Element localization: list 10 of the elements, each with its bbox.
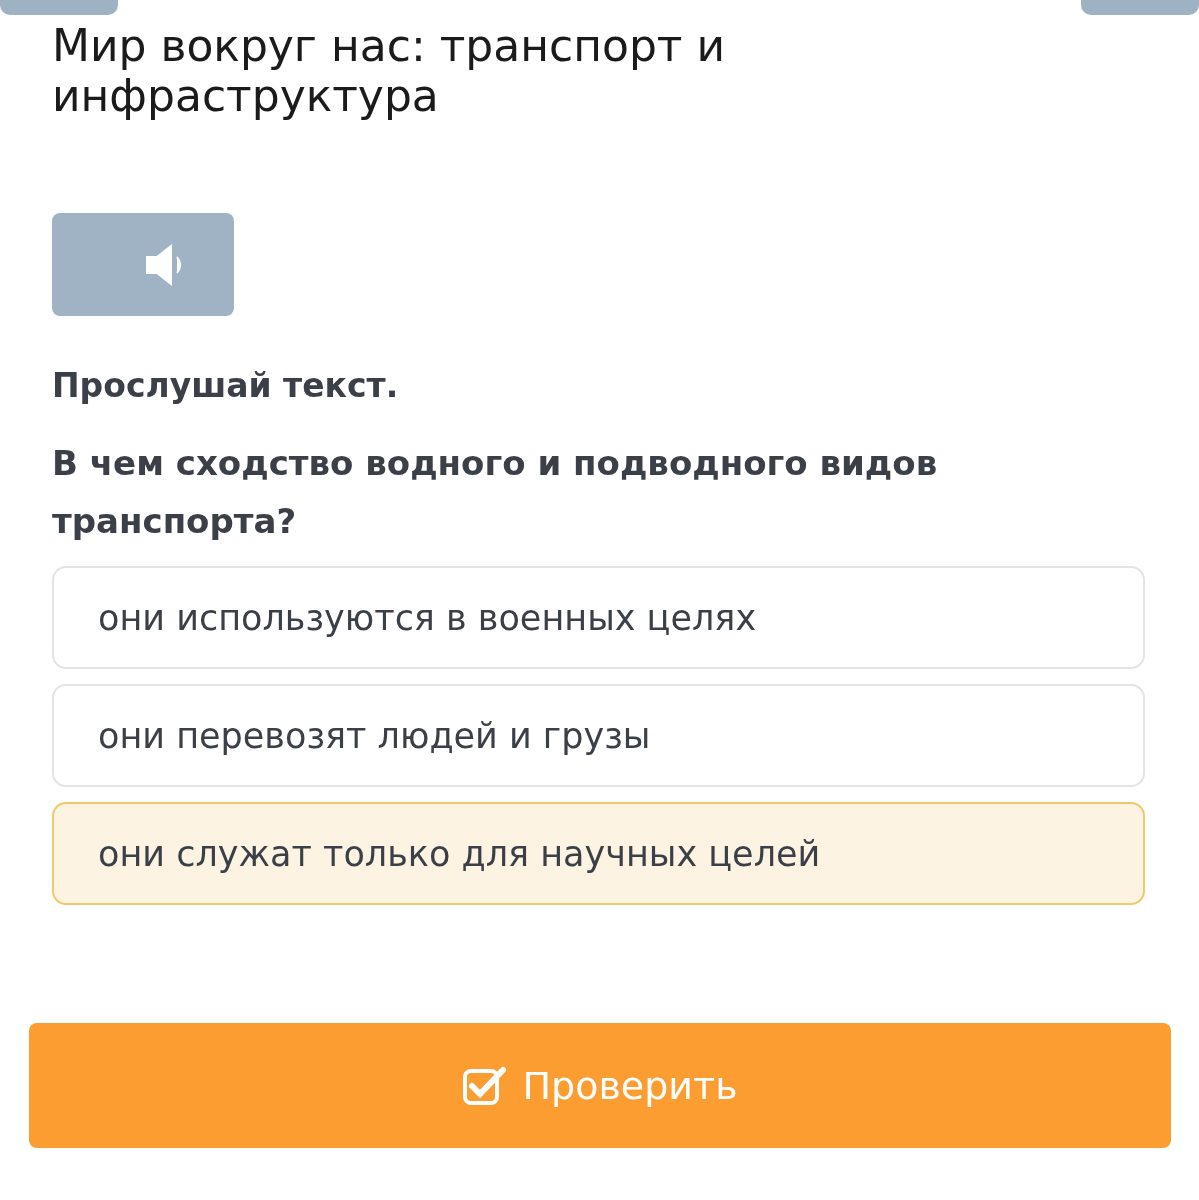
instruction-text: Прослушай текст. — [52, 365, 400, 407]
answer-option[interactable]: они используются в военных целях — [52, 566, 1145, 669]
lesson-title: Мир вокруг нас: транспорт и инфраструктура — [52, 21, 727, 121]
nav-tab[interactable] — [1081, 0, 1199, 15]
checkbox-icon — [462, 1065, 507, 1106]
answer-option[interactable]: они перевозят людей и грузы — [52, 684, 1145, 787]
question-text: В чем сходство водного и подводного видов транспорта? — [52, 442, 939, 543]
audio-button[interactable] — [52, 213, 234, 316]
nav-tab[interactable] — [0, 0, 118, 15]
answer-option[interactable]: они служат только для научных целей — [52, 802, 1145, 905]
